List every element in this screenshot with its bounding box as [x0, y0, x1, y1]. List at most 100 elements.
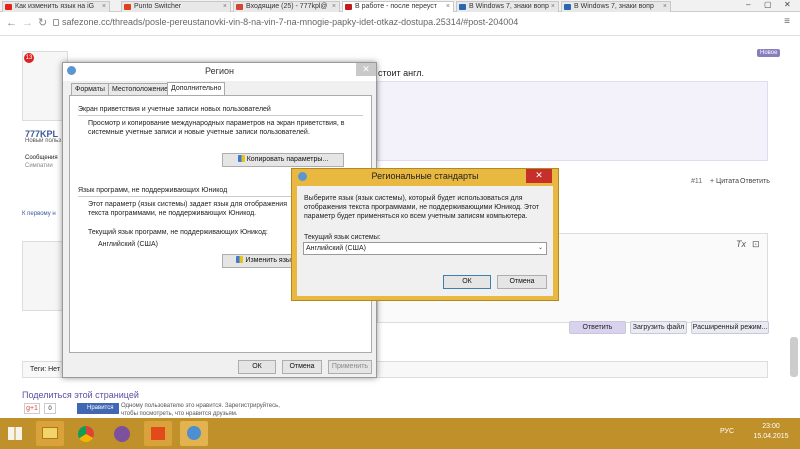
current-value: Английский (США)	[98, 241, 158, 248]
select-value: Английский (США)	[306, 245, 366, 252]
quote-link[interactable]: + Цитата	[710, 178, 739, 185]
clock-date: 15.04.2015	[753, 433, 789, 440]
browser-tab-6[interactable]: В Windows 7, знаки вопр ×	[561, 1, 671, 12]
address-bar: ← → ↻ safezone.cc/threads/posle-pereusta…	[0, 12, 800, 36]
post-number[interactable]: #11	[691, 178, 702, 185]
upload-file-button[interactable]: Загрузить файл	[630, 321, 687, 334]
gplus-count: 0	[44, 403, 56, 414]
chrome-circle	[78, 426, 94, 442]
scrollbar[interactable]	[790, 337, 798, 377]
ok-button[interactable]: ОК	[238, 360, 276, 374]
browser-tab-4[interactable]: В работе - после переуст ×	[342, 1, 454, 12]
minimize-icon[interactable]: –	[746, 0, 750, 9]
url-path: /threads/posle-pereustanovki-vin-8-na-vi…	[110, 17, 519, 27]
chrome-icon[interactable]	[72, 421, 100, 446]
menu-icon[interactable]: ≡	[784, 16, 790, 27]
ok-button[interactable]: ОК	[443, 275, 491, 289]
tab-formats[interactable]: Форматы	[71, 83, 109, 95]
facebook-like-button[interactable]: Нравится	[77, 403, 119, 414]
region-titlebar: Регион ✕	[63, 63, 376, 81]
punto-switcher-icon[interactable]	[144, 421, 172, 446]
close-icon[interactable]: ×	[223, 2, 227, 12]
viber-icon[interactable]	[108, 421, 136, 446]
cancel-button[interactable]: Отмена	[282, 360, 322, 374]
browser-tab-3[interactable]: Входящие (25) - 777kpl@ ×	[233, 1, 340, 12]
forward-icon[interactable]: →	[22, 17, 33, 29]
browser-tab-bar: Как изменить язык на iG × Punto Switcher ×…	[0, 0, 800, 12]
shield-icon	[237, 155, 245, 162]
taskbar: РУС 23:00 15.04.2015	[0, 418, 800, 449]
gplus-icon[interactable]: g+1	[24, 403, 40, 414]
browser-tab-2[interactable]: Punto Switcher ×	[121, 1, 231, 12]
user-messages: Сообщения	[25, 155, 58, 161]
region-title: Регион	[205, 66, 234, 76]
regional-standards-dialog: Региональные стандарты ✕ Выберите язык (…	[291, 168, 559, 301]
cancel-button[interactable]: Отмена	[497, 275, 547, 289]
window-controls: – ▢ ✕	[740, 0, 800, 12]
welcome-group-title: Экран приветствия и учетные записи новых…	[78, 106, 271, 113]
language-indicator[interactable]: РУС	[720, 428, 734, 435]
tab-label: Punto Switcher	[134, 3, 182, 10]
close-icon[interactable]: ✕	[356, 63, 376, 76]
close-icon[interactable]: ×	[102, 2, 106, 12]
like-text-line-1: Одному пользователю это нравится. Зареги…	[121, 403, 280, 409]
apply-button[interactable]: Применить	[328, 360, 372, 374]
close-icon[interactable]: ×	[663, 2, 667, 12]
windows-icon	[459, 4, 466, 10]
rstd-title: Региональные стандарты	[371, 171, 479, 181]
new-badge: Новое	[757, 49, 781, 57]
divider	[78, 115, 363, 116]
post-text: стоит англ.	[378, 68, 424, 78]
user-likes: Симпатии	[25, 163, 53, 169]
reload-icon[interactable]: ↻	[38, 16, 47, 29]
advanced-mode-button[interactable]: Расширенный режим...	[691, 321, 769, 334]
tab-advanced[interactable]: Дополнительно	[167, 82, 226, 96]
clock-time: 23:00	[762, 423, 780, 430]
close-icon[interactable]: ×	[332, 2, 336, 12]
browser-tab-1[interactable]: Как изменить язык на iG ×	[2, 1, 110, 12]
safezone-icon	[345, 4, 352, 10]
chevron-down-icon: ⌄	[537, 245, 543, 251]
post-body	[377, 81, 768, 161]
tab-location[interactable]: Местоположение	[108, 83, 173, 95]
file-explorer-icon[interactable]	[36, 421, 64, 446]
notification-badge: 13	[24, 53, 34, 63]
to-first-link[interactable]: К первому н	[22, 211, 56, 217]
copy-settings-label: Копировать параметры...	[246, 156, 329, 163]
gmail-icon	[236, 4, 243, 10]
browser-tab-5[interactable]: В Windows 7, знаки вопр ×	[456, 1, 559, 12]
reply-button[interactable]: Ответить	[569, 321, 626, 334]
windows-icon	[564, 4, 571, 10]
share-title: Поделиться этой страницей	[22, 390, 139, 400]
close-icon[interactable]: ✕	[526, 169, 552, 183]
source-icon[interactable]: ⊡	[752, 239, 760, 250]
nonunicode-desc: Этот параметр (язык системы) задает язык…	[88, 201, 287, 217]
back-icon[interactable]: ←	[6, 17, 17, 29]
system-locale-label: Текущий язык системы:	[304, 234, 381, 241]
copy-settings-button[interactable]: Копировать параметры...	[222, 153, 344, 167]
close-icon[interactable]: ×	[551, 2, 555, 12]
start-icon[interactable]	[8, 427, 22, 440]
globe-icon	[298, 172, 307, 181]
clear-format-icon[interactable]: Tx	[736, 239, 746, 249]
punto-icon	[124, 4, 131, 10]
tab-label: В Windows 7, знаки вопр	[574, 3, 654, 10]
clock[interactable]: 23:00 15.04.2015	[745, 422, 797, 442]
tab-label: Входящие (25) - 777kpl@	[246, 3, 328, 10]
reply-link[interactable]: Ответить	[740, 178, 770, 185]
viber-circle	[114, 426, 130, 442]
region-taskbar-icon[interactable]	[180, 421, 208, 446]
globe-icon	[67, 66, 76, 75]
tab-label: В работе - после переуст	[355, 3, 438, 10]
folder-shape	[42, 427, 58, 439]
like-text: Одному пользователю это нравится. Зареги…	[121, 402, 280, 418]
system-locale-select[interactable]: Английский (США) ⌄	[303, 242, 547, 255]
tab-label: В Windows 7, знаки вопр	[469, 3, 549, 10]
nonunicode-group-title: Язык программ, не поддерживающих Юникод	[78, 187, 228, 194]
close-window-icon[interactable]: ✕	[784, 0, 791, 9]
close-icon[interactable]: ×	[446, 2, 450, 12]
url-field[interactable]: safezone.cc/threads/posle-pereustanovki-…	[62, 17, 518, 27]
maximize-icon[interactable]: ▢	[764, 0, 772, 9]
user-title: Новый польз	[25, 138, 62, 144]
globe-icon	[187, 426, 201, 440]
